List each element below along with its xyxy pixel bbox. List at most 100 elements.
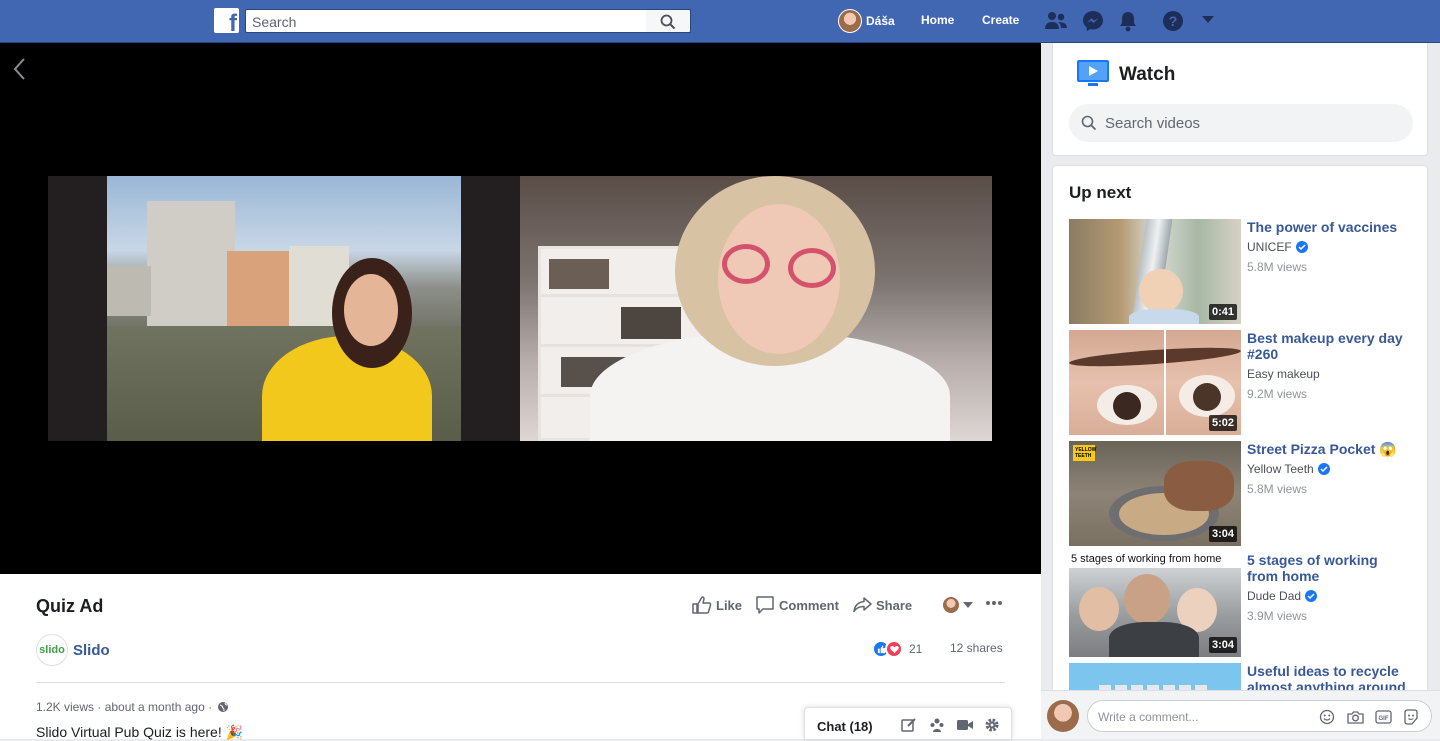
page-logo[interactable]: slido bbox=[36, 634, 68, 666]
watch-tv-icon bbox=[1076, 59, 1110, 89]
video-views: 5.8M views bbox=[1247, 482, 1308, 496]
watch-title[interactable]: Watch bbox=[1119, 64, 1175, 86]
post-meta: 1.2K views · about a month ago · bbox=[36, 700, 229, 714]
divider bbox=[36, 682, 1005, 683]
share-button[interactable]: Share bbox=[852, 596, 912, 614]
search-button[interactable] bbox=[646, 9, 691, 33]
globe-icon bbox=[218, 702, 229, 712]
search-videos-input[interactable] bbox=[1105, 113, 1395, 133]
profile-link[interactable]: Dáša bbox=[838, 9, 895, 33]
top-navigation-bar: f Dáša Home Create ? bbox=[0, 0, 1440, 43]
up-next-title: Up next bbox=[1069, 183, 1132, 202]
comment-box: GIF bbox=[1087, 700, 1432, 732]
svg-text:?: ? bbox=[1169, 13, 1178, 29]
shares-count[interactable]: 12 shares bbox=[950, 641, 1003, 655]
video-call-icon[interactable] bbox=[956, 717, 974, 733]
messenger-icon[interactable] bbox=[1082, 10, 1104, 32]
video-views: 9.2M views bbox=[1247, 387, 1308, 401]
compose-icon[interactable] bbox=[901, 717, 917, 733]
share-arrow-icon bbox=[853, 597, 872, 613]
post-as-selector[interactable] bbox=[942, 596, 977, 614]
video-title[interactable]: The power of vaccines bbox=[1247, 219, 1412, 235]
watch-header-card: Watch bbox=[1052, 43, 1428, 156]
video-duration: 3:04 bbox=[1208, 637, 1237, 653]
like-label: Like bbox=[716, 597, 743, 613]
comment-icon bbox=[756, 596, 774, 614]
chevron-down-icon bbox=[963, 602, 973, 608]
reaction-count: 21 bbox=[909, 642, 923, 656]
video-thumbnail[interactable]: 5:02 bbox=[1069, 330, 1241, 435]
person-face bbox=[344, 274, 398, 346]
share-label: Share bbox=[876, 597, 913, 613]
search-icon bbox=[660, 14, 676, 30]
nav-home[interactable]: Home bbox=[921, 13, 954, 27]
search-box bbox=[245, 9, 691, 33]
reactions-summary[interactable]: 21 bbox=[872, 640, 922, 658]
building bbox=[107, 266, 151, 316]
video-views: 3.9M views bbox=[1247, 609, 1308, 623]
camera-icon[interactable] bbox=[1347, 709, 1364, 725]
comment-input[interactable] bbox=[1098, 708, 1298, 725]
up-next-card: Up next 0:41 The power of vaccines UNICE… bbox=[1052, 165, 1428, 739]
video-feed-right bbox=[520, 176, 992, 441]
help-icon[interactable]: ? bbox=[1162, 10, 1184, 32]
up-next-video[interactable]: 5 stages of working from home 3:04 5 sta… bbox=[1069, 552, 1414, 658]
avatar bbox=[1047, 700, 1079, 732]
facebook-logo-icon[interactable]: f bbox=[214, 8, 239, 33]
video-letterbox-left bbox=[48, 176, 107, 441]
video-divider bbox=[461, 176, 520, 441]
like-button[interactable]: Like bbox=[692, 596, 742, 614]
comment-composer: GIF bbox=[1041, 690, 1440, 739]
video-channel[interactable]: Yellow Teeth bbox=[1247, 462, 1330, 476]
svg-text:GIF: GIF bbox=[1379, 716, 1389, 722]
avatar bbox=[838, 9, 862, 33]
watch-sidebar: Watch Up next 0:41 The power of vaccines… bbox=[1041, 43, 1440, 739]
chat-bar[interactable]: Chat (18) bbox=[804, 707, 1012, 739]
page-name-link[interactable]: Slido bbox=[73, 642, 110, 659]
video-title[interactable]: 5 stages of working from home bbox=[1247, 552, 1412, 584]
up-next-video[interactable]: 5:02 Best makeup every day #260 Easy mak… bbox=[1069, 330, 1414, 436]
sticker-icon[interactable] bbox=[1403, 709, 1419, 725]
video-duration: 5:02 bbox=[1208, 415, 1237, 431]
nav-create[interactable]: Create bbox=[982, 13, 1019, 27]
up-next-video[interactable]: YELLOW TEETH 3:04 Street Pizza Pocket 😱 … bbox=[1069, 441, 1414, 547]
video-thumbnail[interactable]: 5 stages of working from home 3:04 bbox=[1069, 552, 1241, 657]
video-channel[interactable]: Dude Dad bbox=[1247, 589, 1318, 603]
verified-badge-icon bbox=[1295, 241, 1308, 253]
up-next-video[interactable]: 0:41 The power of vaccines UNICEF 5.8M v… bbox=[1069, 219, 1414, 325]
search-icon bbox=[1081, 115, 1097, 131]
views-and-time: 1.2K views · about a month ago · bbox=[36, 700, 213, 714]
notifications-icon[interactable] bbox=[1118, 10, 1138, 32]
video-thumbnail[interactable]: YELLOW TEETH 3:04 bbox=[1069, 441, 1241, 546]
video-player[interactable] bbox=[0, 43, 1041, 574]
comment-label: Comment bbox=[779, 597, 839, 613]
chat-label: Chat (18) bbox=[817, 719, 873, 734]
video-channel[interactable]: UNICEF bbox=[1247, 240, 1308, 254]
building bbox=[147, 201, 235, 331]
gif-icon[interactable]: GIF bbox=[1375, 709, 1392, 725]
building bbox=[227, 251, 289, 336]
chat-settings-gear-icon[interactable] bbox=[984, 717, 1000, 733]
dropdown-icon[interactable] bbox=[1202, 16, 1214, 24]
thumbs-up-icon bbox=[692, 596, 712, 614]
post-description: Slido Virtual Pub Quiz is here! 🎉 bbox=[36, 724, 244, 740]
profile-name: Dáša bbox=[866, 14, 895, 28]
video-thumbnail[interactable]: 0:41 bbox=[1069, 219, 1241, 324]
video-duration: 0:41 bbox=[1208, 304, 1237, 320]
love-reaction-icon bbox=[885, 640, 903, 658]
back-chevron-icon[interactable] bbox=[12, 57, 26, 81]
more-options-icon[interactable] bbox=[985, 600, 1007, 606]
video-feed-left bbox=[107, 176, 461, 441]
video-title[interactable]: Best makeup every day #260 bbox=[1247, 330, 1412, 362]
friends-icon[interactable] bbox=[1044, 10, 1068, 32]
search-videos-box bbox=[1069, 104, 1413, 142]
emoji-icon[interactable] bbox=[1319, 709, 1335, 725]
post-title: Quiz Ad bbox=[36, 596, 104, 616]
thumbnail-caption: 5 stages of working from home bbox=[1071, 553, 1222, 565]
video-channel[interactable]: Easy makeup bbox=[1247, 367, 1320, 381]
video-title[interactable]: Street Pizza Pocket 😱 bbox=[1247, 441, 1412, 457]
comment-button[interactable]: Comment bbox=[755, 596, 839, 614]
search-input[interactable] bbox=[252, 13, 642, 30]
verified-badge-icon bbox=[1305, 590, 1318, 602]
new-group-icon[interactable] bbox=[929, 717, 945, 733]
